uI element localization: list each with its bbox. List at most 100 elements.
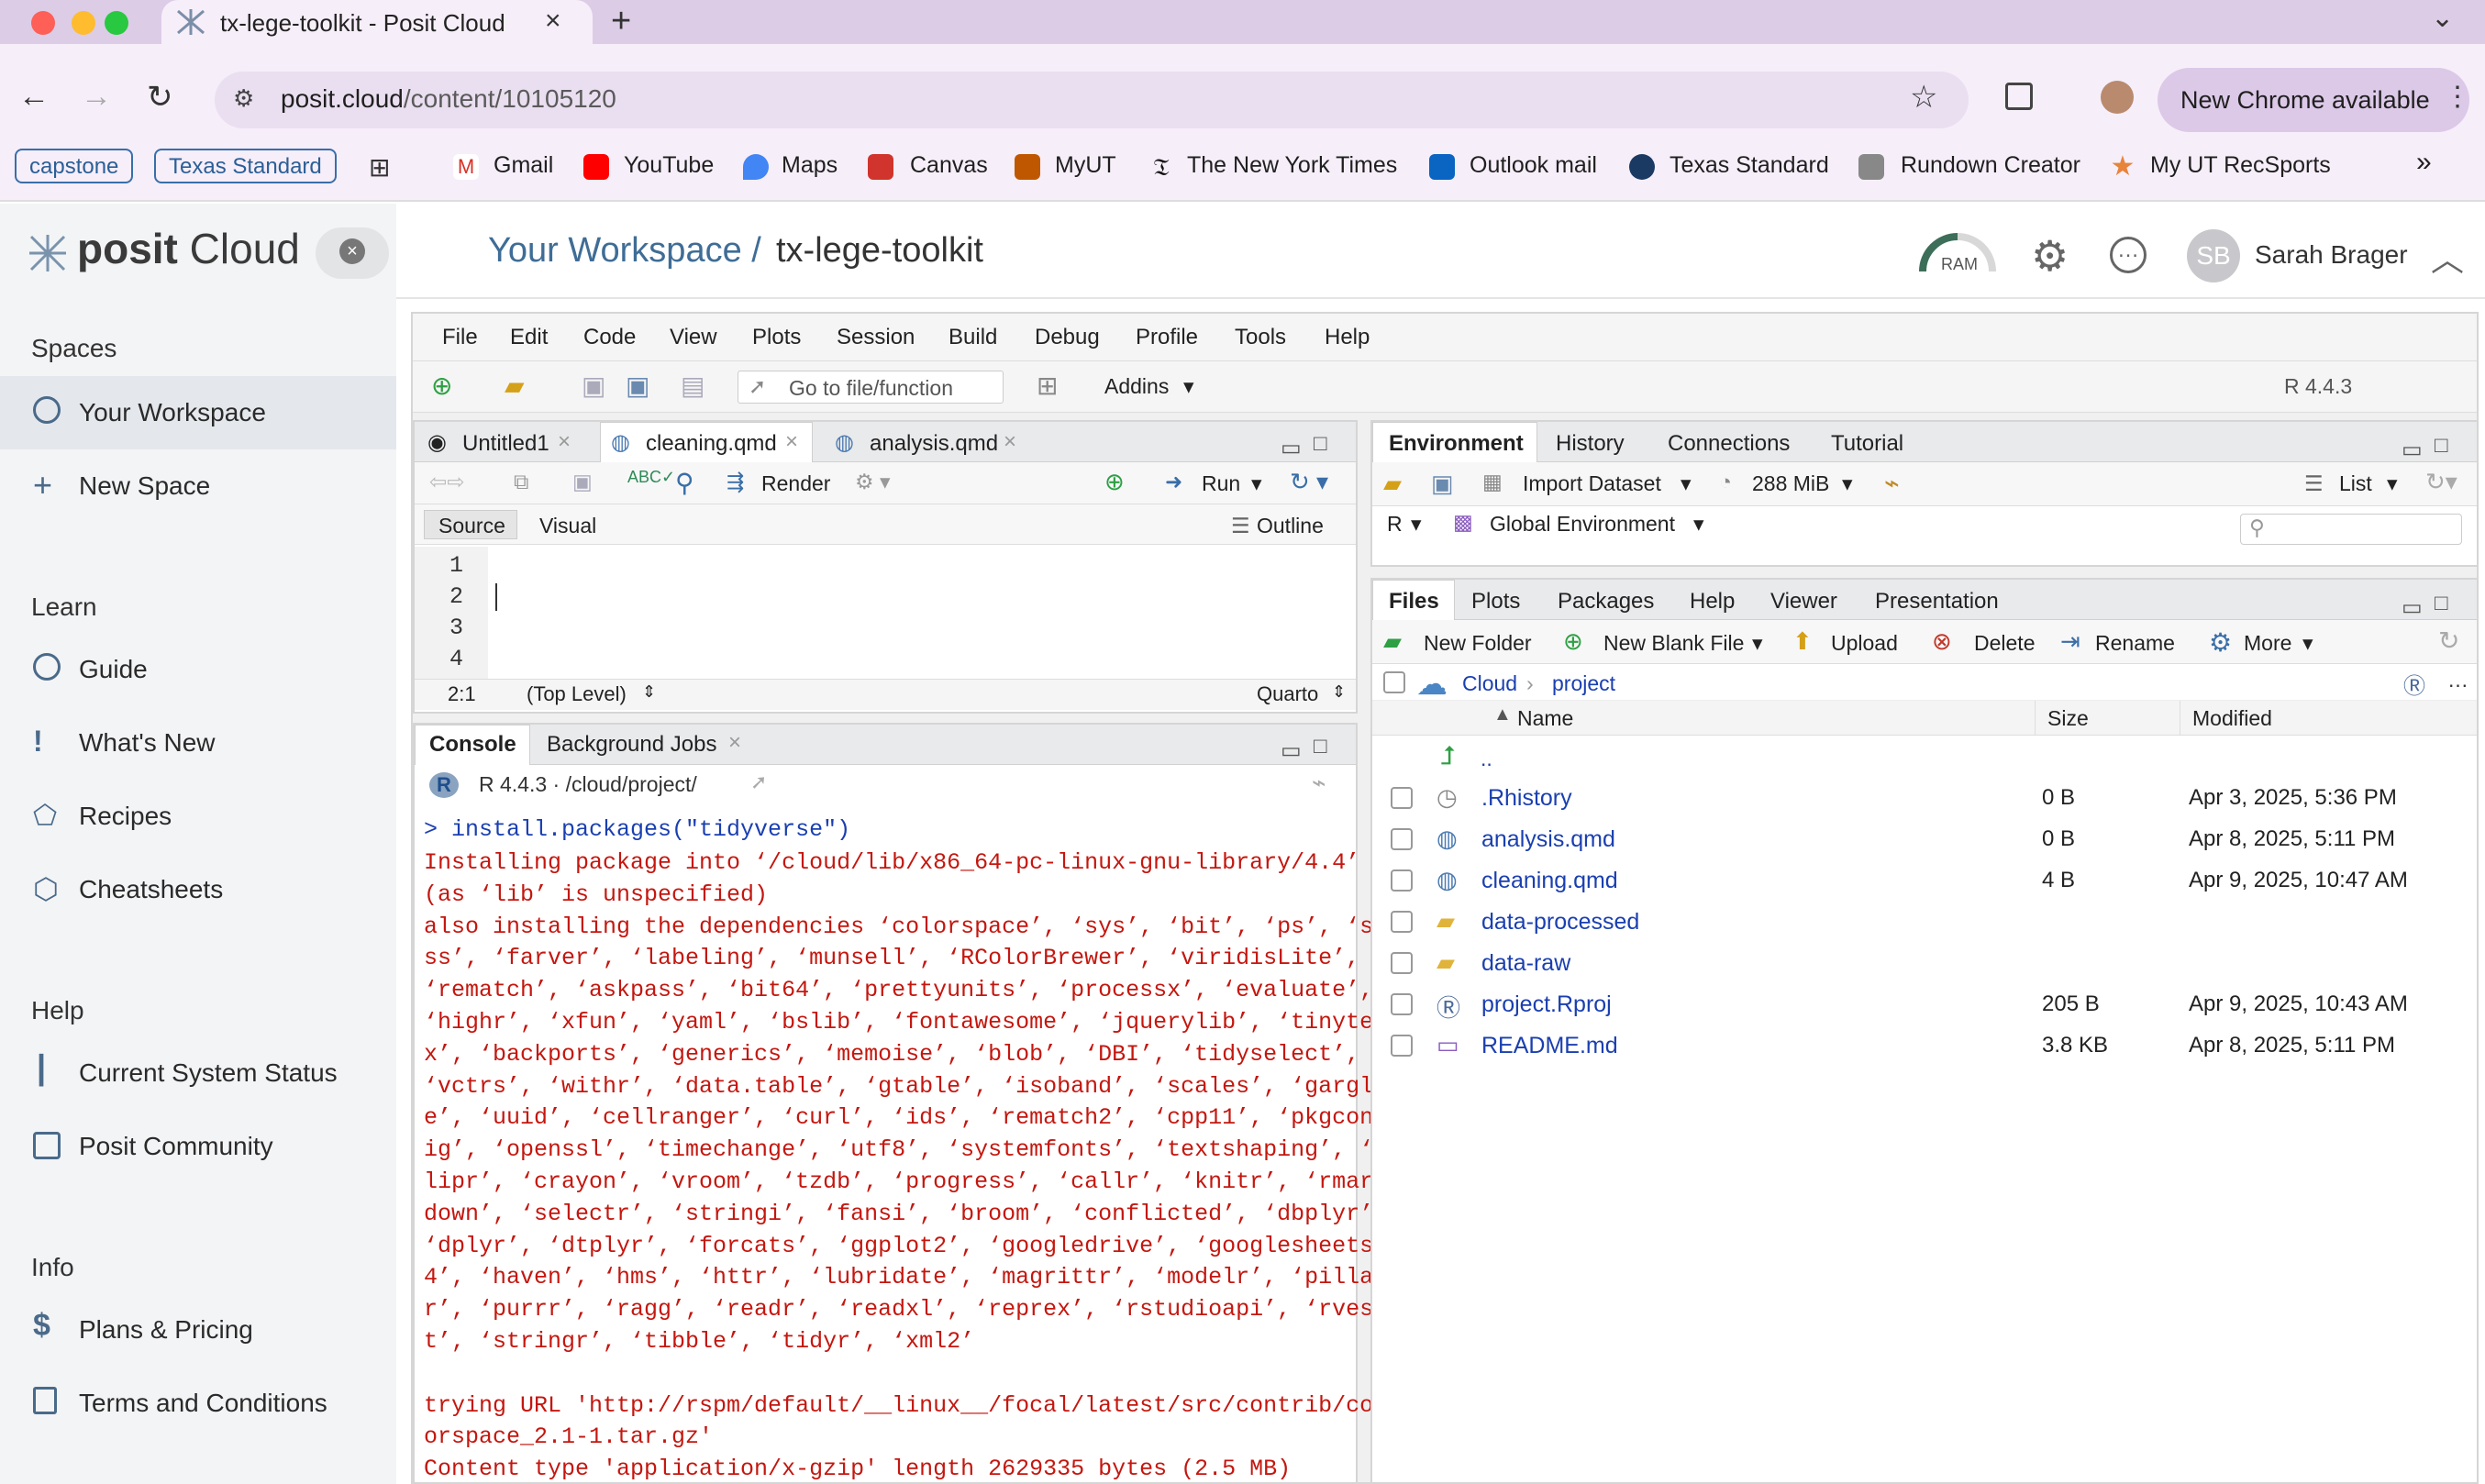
file-name[interactable]: project.Rproj xyxy=(1481,991,1612,1018)
tab-untitled1[interactable]: Untitled1 xyxy=(462,431,549,457)
visual-mode-button[interactable]: Visual xyxy=(539,514,596,538)
minimize-window-button[interactable] xyxy=(72,11,95,35)
project-r-icon[interactable]: Ⓡ xyxy=(2403,668,2425,700)
save-workspace-icon[interactable]: ▣ xyxy=(1431,470,1454,498)
menu-tools[interactable]: Tools xyxy=(1235,325,1286,350)
sidebar-item-system-status[interactable]: Current System Status xyxy=(79,1058,338,1088)
tab-console[interactable]: Console xyxy=(429,732,516,758)
path-cloud[interactable]: Cloud xyxy=(1462,671,1517,696)
settings-gear-icon[interactable]: ⚙ xyxy=(2031,231,2069,281)
find-icon[interactable]: ⚲ xyxy=(675,468,694,498)
menu-plots[interactable]: Plots xyxy=(752,325,801,350)
save-all-icon[interactable]: ▣ xyxy=(626,371,649,401)
tab-plots[interactable]: Plots xyxy=(1471,589,1520,615)
tab-search-chevron-icon[interactable]: ⌄ xyxy=(2431,2,2454,34)
nav-back-icon[interactable]: ⇦⇨ xyxy=(429,470,465,494)
file-row[interactable]: ◍ analysis.qmd 0 B Apr 8, 2025, 5:11 PM xyxy=(1376,821,2477,861)
sidebar-item-guide[interactable]: Guide xyxy=(79,655,148,684)
bookmark-texas-standard[interactable]: Texas Standard xyxy=(1670,152,1829,179)
rerun-icon[interactable]: ↻ ▾ xyxy=(1290,468,1328,496)
run-button[interactable]: Run xyxy=(1202,471,1240,496)
tab-background-jobs[interactable]: Background Jobs xyxy=(547,732,716,758)
global-environment-selector[interactable]: Global Environment xyxy=(1490,512,1675,537)
file-checkbox[interactable] xyxy=(1391,952,1413,974)
goto-dir-icon[interactable]: ➚ xyxy=(750,770,767,794)
editor-save-icon[interactable]: ▣ xyxy=(572,470,593,494)
memory-usage[interactable]: 288 MiB xyxy=(1752,471,1829,496)
rename-button[interactable]: Rename xyxy=(2095,631,2175,656)
close-background-jobs-icon[interactable]: × xyxy=(728,730,741,756)
tab-presentation[interactable]: Presentation xyxy=(1875,589,1999,615)
tab-packages[interactable]: Packages xyxy=(1558,589,1654,615)
path-project[interactable]: project xyxy=(1552,671,1615,696)
menu-edit[interactable]: Edit xyxy=(510,325,548,350)
bookmark-outlook[interactable]: Outlook mail xyxy=(1470,152,1597,179)
bookmark-ut-recsports[interactable]: My UT RecSports xyxy=(2150,152,2331,179)
tab-files[interactable]: Files xyxy=(1389,589,1439,615)
language-selector[interactable]: R xyxy=(1387,512,1403,537)
bookmark-capstone[interactable]: capstone xyxy=(15,149,134,183)
r-version-toolbar[interactable]: R 4.4.3 xyxy=(2284,374,2352,399)
bookmark-youtube[interactable]: YouTube xyxy=(624,152,714,179)
file-name[interactable]: data-processed xyxy=(1481,909,1639,936)
file-checkbox[interactable] xyxy=(1391,911,1413,933)
sidebar-item-community[interactable]: Posit Community xyxy=(79,1132,273,1161)
menu-code[interactable]: Code xyxy=(583,325,636,350)
tab-history[interactable]: History xyxy=(1556,431,1625,457)
extensions-icon[interactable] xyxy=(2005,83,2033,110)
close-window-button[interactable] xyxy=(31,11,55,35)
load-workspace-icon[interactable]: ▰ xyxy=(1383,470,1402,498)
tab-environment[interactable]: Environment xyxy=(1389,431,1524,457)
bookmark-maps[interactable]: Maps xyxy=(782,152,838,179)
file-row[interactable]: Ⓡproject.Rproj 205 B Apr 9, 2025, 10:43 AM xyxy=(1376,986,2477,1026)
maximize-pane-icon[interactable]: □ xyxy=(1314,431,1327,457)
profile-avatar[interactable] xyxy=(2101,81,2134,114)
file-name[interactable]: .Rhistory xyxy=(1481,785,1572,812)
collapse-header-chevron-icon[interactable]: ︿ xyxy=(2431,233,2464,281)
file-row[interactable]: ▰ data-processed xyxy=(1376,903,2477,944)
menu-debug[interactable]: Debug xyxy=(1035,325,1100,350)
reload-icon[interactable]: ↻ xyxy=(147,79,173,116)
list-view-selector[interactable]: List xyxy=(2339,471,2372,496)
delete-button[interactable]: Delete xyxy=(1974,631,2035,656)
sidebar-item-plans[interactable]: Plans & Pricing xyxy=(79,1315,253,1345)
minimize-env-icon[interactable]: ▭ xyxy=(2402,437,2423,463)
back-icon[interactable]: ← xyxy=(18,79,50,115)
maximize-console-icon[interactable]: □ xyxy=(1314,734,1327,759)
clear-env-broom-icon[interactable]: ⌁ xyxy=(1884,468,1900,498)
path-more-icon[interactable]: … xyxy=(2447,668,2468,692)
refresh-files-icon[interactable]: ↻ xyxy=(2438,626,2459,656)
more-bookmarks-icon[interactable]: » xyxy=(2416,147,2432,178)
sidebar-item-terms[interactable]: Terms and Conditions xyxy=(79,1389,327,1418)
more-button[interactable]: More xyxy=(2244,631,2291,656)
filetype-selector[interactable]: Quarto xyxy=(1257,682,1318,706)
col-modified[interactable]: Modified xyxy=(2192,706,2272,731)
env-search-input[interactable] xyxy=(2240,514,2462,545)
outline-button[interactable]: Outline xyxy=(1257,514,1324,538)
parent-dir-link[interactable]: .. xyxy=(1481,747,1492,771)
forward-icon[interactable]: → xyxy=(81,79,112,115)
scope-selector[interactable]: (Top Level) xyxy=(527,682,627,706)
user-avatar[interactable]: SB xyxy=(2187,229,2240,282)
breadcrumb-workspace[interactable]: Your Workspace / xyxy=(488,231,761,271)
menu-build[interactable]: Build xyxy=(949,325,997,350)
file-name[interactable]: cleaning.qmd xyxy=(1481,868,1618,894)
maximize-files-icon[interactable]: □ xyxy=(2435,591,2448,616)
file-row[interactable]: ◍ cleaning.qmd 4 B Apr 9, 2025, 10:47 AM xyxy=(1376,862,2477,903)
show-in-window-icon[interactable]: ⧉ xyxy=(514,470,528,494)
new-blank-file-button[interactable]: New Blank File xyxy=(1603,631,1744,656)
tab-tutorial[interactable]: Tutorial xyxy=(1831,431,1903,457)
tab-analysis-qmd[interactable]: analysis.qmd xyxy=(870,431,998,457)
menu-profile[interactable]: Profile xyxy=(1136,325,1198,350)
import-dataset-button[interactable]: Import Dataset xyxy=(1523,471,1661,496)
clear-console-broom-icon[interactable]: ⌁ xyxy=(1312,769,1326,797)
render-button[interactable]: Render xyxy=(761,471,830,496)
close-untitled1-icon[interactable]: × xyxy=(558,429,571,455)
close-analysis-icon[interactable]: × xyxy=(1004,429,1016,455)
file-checkbox[interactable] xyxy=(1391,993,1413,1015)
tab-help[interactable]: Help xyxy=(1690,589,1735,615)
minimize-console-icon[interactable]: ▭ xyxy=(1281,737,1302,764)
apps-grid-icon[interactable]: ⊞ xyxy=(369,152,390,183)
file-name[interactable]: analysis.qmd xyxy=(1481,826,1615,853)
maximize-env-icon[interactable]: □ xyxy=(2435,433,2448,459)
